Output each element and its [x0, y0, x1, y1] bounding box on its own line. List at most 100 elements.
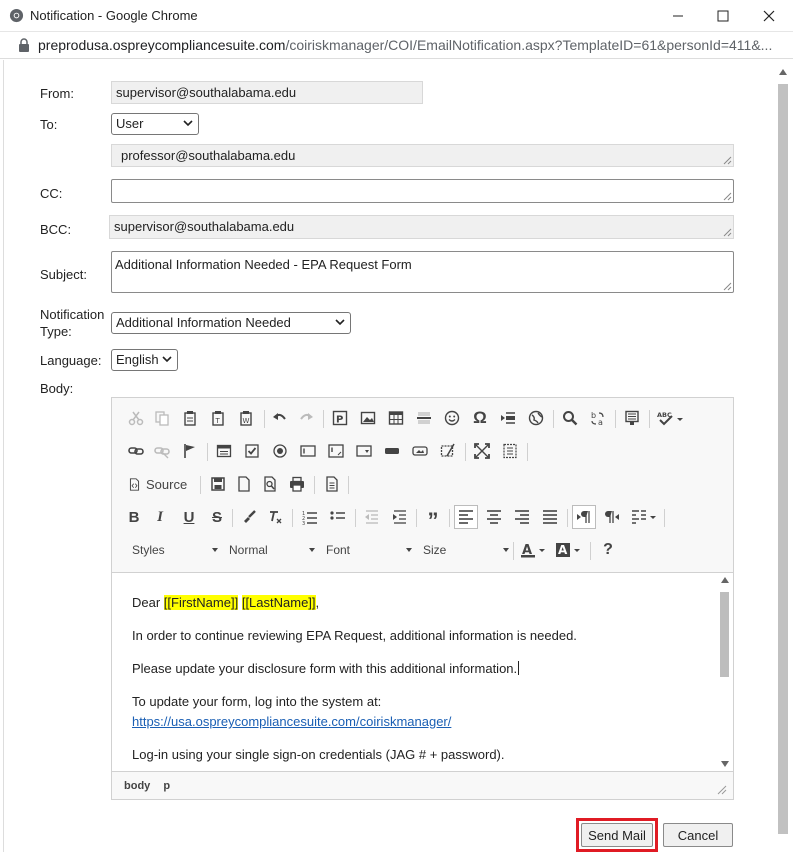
- checkbox-button[interactable]: [240, 439, 264, 463]
- outdent-button[interactable]: [360, 505, 384, 529]
- clipboard-icon: [184, 411, 196, 426]
- link-button[interactable]: [124, 439, 148, 463]
- radio-button[interactable]: [268, 439, 292, 463]
- scroll-down-icon: [721, 761, 729, 767]
- maximize-editor-button[interactable]: [470, 439, 494, 463]
- window-titlebar: Notification - Google Chrome: [0, 0, 793, 32]
- help-button[interactable]: ?: [596, 538, 620, 562]
- editor-content[interactable]: Dear [[FirstName]] [[LastName]], In orde…: [112, 572, 733, 772]
- language-icon: [632, 510, 656, 524]
- anchor-button[interactable]: [178, 439, 202, 463]
- text-color-button[interactable]: A: [518, 538, 550, 562]
- copy-icon: [155, 411, 169, 426]
- new-page-button[interactable]: [232, 472, 256, 496]
- preview-button[interactable]: [258, 472, 282, 496]
- notification-type-select[interactable]: Additional Information Needed: [111, 312, 351, 334]
- horizontal-line-button[interactable]: [412, 406, 436, 430]
- button-field-button[interactable]: [380, 439, 404, 463]
- cc-input[interactable]: [111, 179, 734, 203]
- print-button[interactable]: [285, 472, 309, 496]
- hidden-field-button[interactable]: [436, 439, 460, 463]
- format-combo[interactable]: Normal: [229, 538, 315, 562]
- path-body[interactable]: body: [124, 780, 150, 792]
- numbered-list-button[interactable]: 123: [298, 505, 322, 529]
- smiley-button[interactable]: [440, 406, 464, 430]
- align-justify-icon: [543, 510, 557, 524]
- undo-button[interactable]: [268, 406, 292, 430]
- bold-button[interactable]: B: [122, 505, 146, 529]
- button-field-icon: [385, 448, 399, 454]
- copy-button[interactable]: [150, 406, 174, 430]
- unlink-button[interactable]: [150, 439, 174, 463]
- dropdown-arrow-icon: [406, 548, 412, 552]
- maximize-button[interactable]: [700, 0, 746, 32]
- editor-scroll-thumb[interactable]: [720, 592, 729, 677]
- minimize-button[interactable]: [655, 0, 701, 32]
- italic-button[interactable]: I: [148, 505, 172, 529]
- to-type-select[interactable]: User: [111, 113, 199, 135]
- unlink-icon: [154, 447, 170, 459]
- paste-button[interactable]: [178, 406, 202, 430]
- from-label: From:: [40, 86, 74, 101]
- copy-format-button[interactable]: [237, 505, 261, 529]
- cancel-button[interactable]: Cancel: [663, 823, 733, 847]
- find-button[interactable]: [558, 406, 582, 430]
- background-color-button[interactable]: A: [553, 538, 585, 562]
- editor-scrollbar[interactable]: [717, 573, 733, 771]
- language-select[interactable]: English: [111, 349, 178, 371]
- font-combo[interactable]: Font: [326, 538, 412, 562]
- spellcheck-button[interactable]: ABC: [654, 406, 688, 430]
- blockquote-button[interactable]: ”: [421, 505, 445, 533]
- remove-format-button[interactable]: [263, 505, 287, 529]
- select-field-button[interactable]: [352, 439, 376, 463]
- styles-combo[interactable]: Styles: [132, 538, 218, 562]
- iframe-button[interactable]: [524, 406, 548, 430]
- placeholder-button[interactable]: P: [328, 406, 352, 430]
- indent-button[interactable]: [388, 505, 412, 529]
- strikethrough-button[interactable]: S: [205, 505, 229, 529]
- form-button[interactable]: [212, 439, 236, 463]
- send-mail-button[interactable]: Send Mail: [581, 823, 653, 847]
- document-properties-button[interactable]: [320, 472, 344, 496]
- align-justify-button[interactable]: [538, 505, 562, 529]
- underline-button[interactable]: U: [177, 505, 201, 529]
- text-color-icon: A: [521, 543, 545, 558]
- address-bar[interactable]: preprodusa.ospreycompliancesuite.com/coi…: [0, 32, 793, 59]
- omega-icon: Ω: [473, 408, 487, 427]
- path-p[interactable]: p: [163, 780, 170, 792]
- page-break-button[interactable]: [496, 406, 520, 430]
- paste-text-button[interactable]: T: [206, 406, 230, 430]
- language-direction-button[interactable]: [628, 505, 660, 529]
- save-button[interactable]: [206, 472, 230, 496]
- replace-button[interactable]: ba: [586, 406, 610, 430]
- image-button-field-button[interactable]: [408, 439, 432, 463]
- align-center-button[interactable]: [482, 505, 506, 529]
- ltr-icon: [577, 511, 590, 523]
- scroll-up-icon: [721, 577, 729, 583]
- paste-word-button[interactable]: W: [234, 406, 258, 430]
- table-button[interactable]: [384, 406, 408, 430]
- show-blocks-button[interactable]: [498, 439, 522, 463]
- rtl-button[interactable]: [600, 505, 624, 529]
- close-window-button[interactable]: [746, 0, 792, 32]
- search-icon: [563, 411, 578, 426]
- chevron-down-icon: [162, 356, 172, 363]
- textarea-button[interactable]: [324, 439, 348, 463]
- textfield-button[interactable]: [296, 439, 320, 463]
- cut-button[interactable]: [124, 406, 148, 430]
- login-link[interactable]: https://usa.ospreycompliancesuite.com/co…: [132, 714, 451, 729]
- align-right-button[interactable]: [510, 505, 534, 529]
- templates-button[interactable]: [620, 406, 644, 430]
- bulleted-list-button[interactable]: [326, 505, 350, 529]
- subject-input[interactable]: Additional Information Needed - EPA Requ…: [111, 251, 734, 293]
- editor-resize-icon[interactable]: [717, 785, 727, 795]
- source-button[interactable]: Source: [124, 472, 196, 496]
- page-scroll-thumb[interactable]: [778, 84, 788, 834]
- align-left-button[interactable]: [454, 505, 478, 529]
- redo-button[interactable]: [294, 406, 318, 430]
- image-button[interactable]: [356, 406, 380, 430]
- placeholder-icon: P: [332, 410, 348, 426]
- ltr-button[interactable]: [572, 505, 596, 529]
- size-combo[interactable]: Size: [423, 538, 509, 562]
- special-char-button[interactable]: Ω: [468, 406, 492, 430]
